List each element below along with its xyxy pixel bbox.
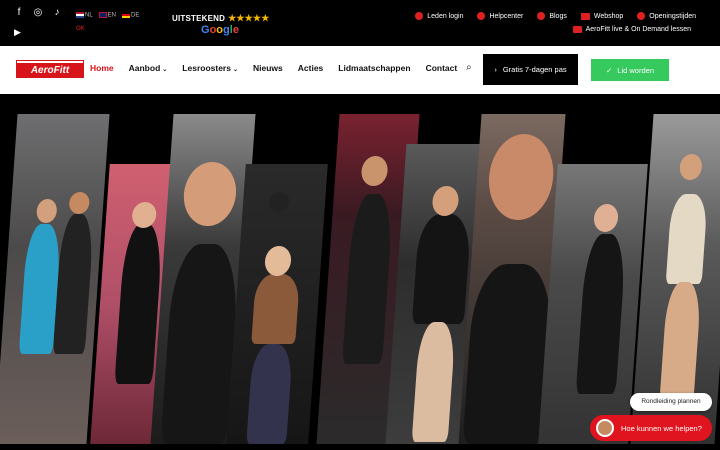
lang-nl-label: NL	[85, 12, 93, 19]
search-icon[interactable]: ⌕	[466, 62, 472, 73]
nav-lesroosters[interactable]: Lesroosters ⌄	[182, 63, 238, 73]
nav-aanbod[interactable]: Aanbod ⌄	[129, 63, 168, 73]
webshop-link[interactable]: Webshop	[580, 12, 624, 20]
join-button[interactable]: ✓ Lid worden	[591, 59, 669, 81]
nav-aanbod-label: Aanbod	[128, 63, 161, 73]
blogs-link[interactable]: Blogs	[537, 12, 567, 20]
lang-de[interactable]: DE	[122, 12, 139, 19]
webshop-label: Webshop	[593, 12, 624, 20]
blogs-label: Blogs	[549, 12, 567, 20]
join-label: Lid worden	[617, 65, 654, 75]
lang-nl[interactable]: NL	[76, 12, 93, 19]
rating-label: UITSTEKEND	[172, 14, 226, 23]
tour-button[interactable]: Rondleiding plannen	[630, 393, 712, 411]
nav-nieuws[interactable]: Nieuws	[253, 63, 283, 73]
user-icon	[415, 12, 424, 20]
free-trial-label: Gratis 7-dagen pas	[502, 64, 567, 74]
chat-widget-button[interactable]: Hoe kunnen we helpen?	[590, 415, 712, 441]
nav-contact[interactable]: Contact	[426, 63, 458, 73]
help-icon	[477, 12, 486, 20]
opening-hours-link[interactable]: Openingstijden	[637, 12, 696, 20]
helpcenter-label: Helpcenter	[489, 12, 524, 20]
login-label: Leden login	[427, 12, 464, 20]
menu: Home Aanbod ⌄ Lesroosters ⌄ Nieuws Acties …	[90, 63, 457, 73]
language-switcher: NL EN DE	[76, 12, 139, 19]
cart-icon	[580, 12, 590, 20]
facebook-icon[interactable]: f	[14, 8, 24, 18]
nav-acties[interactable]: Acties	[298, 63, 324, 73]
check-icon: ✓	[606, 65, 613, 75]
comment-icon	[537, 12, 546, 20]
nav-home[interactable]: Home	[90, 63, 114, 73]
lang-en[interactable]: EN	[98, 12, 117, 19]
helpcenter-link[interactable]: Helpcenter	[477, 12, 523, 20]
tiktok-icon[interactable]: ♪	[52, 8, 62, 18]
hero-photo-collage	[0, 94, 720, 450]
chat-label: Hoe kunnen we helpen?	[621, 423, 702, 433]
arrow-icon: ›	[494, 64, 497, 74]
main-navigation: AeroFitt Home Aanbod ⌄ Lesroosters ⌄ Nieuw…	[0, 46, 720, 94]
chevron-down-icon: ⌄	[162, 67, 168, 73]
language-ok-button[interactable]: OK	[76, 26, 85, 32]
lang-de-label: DE	[131, 12, 140, 19]
youtube-icon[interactable]: ▶	[14, 27, 21, 38]
instagram-icon[interactable]: ◎	[33, 8, 43, 18]
avatar	[596, 419, 614, 437]
star-icons: ★★★★★	[228, 13, 270, 23]
login-link[interactable]: Leden login	[415, 12, 463, 20]
top-bar: f ◎ ♪ ▶ NL EN DE OK UITSTEKEND ★★★★★ Goog…	[0, 0, 720, 46]
aerofitt-logo[interactable]: AeroFitt	[17, 61, 83, 77]
opening-hours-label: Openingstijden	[649, 12, 696, 20]
lang-en-label: EN	[107, 12, 117, 19]
google-logo: Google	[201, 24, 239, 36]
free-trial-button[interactable]: › Gratis 7-dagen pas	[483, 54, 578, 85]
live-label: AeroFitt live & On Demand lessen	[585, 26, 691, 33]
live-on-demand-link[interactable]: AeroFitt live & On Demand lessen	[572, 26, 691, 33]
video-icon	[572, 26, 582, 33]
nav-lidmaatschappen[interactable]: Lidmaatschappen	[338, 63, 410, 73]
clock-icon	[637, 12, 646, 20]
nav-lesroosters-label: Lesroosters	[182, 63, 231, 73]
chevron-down-icon: ⌄	[232, 67, 238, 73]
rating-badge[interactable]: UITSTEKEND ★★★★★	[172, 13, 269, 24]
social-links: f ◎ ♪	[14, 8, 62, 18]
top-links: Leden login Helpcenter Blogs Webshop Ope…	[415, 12, 696, 20]
